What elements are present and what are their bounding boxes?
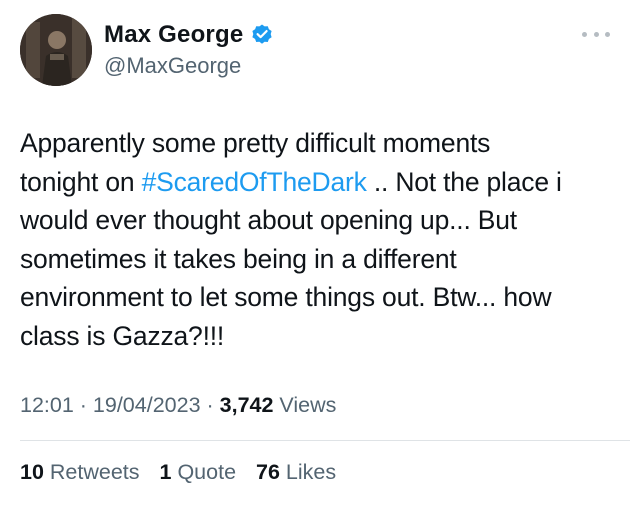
avatar[interactable]	[20, 14, 92, 86]
divider	[20, 440, 630, 441]
more-dot	[582, 31, 587, 37]
user-handle[interactable]: @MaxGeorge	[104, 53, 274, 79]
quotes-stat[interactable]: 1 Quote	[160, 460, 237, 484]
tweet-line: tonight on #ScaredOfTheDark .. Not the p…	[20, 163, 620, 202]
views-count: 3,742	[219, 393, 274, 417]
image-crop-fade	[0, 496, 634, 516]
tweet-line: would ever thought about opening up... B…	[20, 205, 517, 235]
tweet-text-segment: .. Not the place i	[366, 166, 562, 197]
hashtag-link[interactable]: #ScaredOfTheDark	[142, 167, 367, 197]
quotes-count: 1	[159, 460, 172, 484]
tweet-text: Apparently some pretty difficult moments…	[20, 124, 620, 355]
meta-separator: ·	[73, 393, 93, 417]
tweet-date[interactable]: 19/04/2023	[93, 393, 201, 417]
display-name[interactable]: Max George	[104, 21, 243, 49]
tweet-line: environment to let some things out. Btw.…	[20, 282, 552, 312]
tweet-meta: 12:01 · 19/04/2023 · 3,742 Views	[20, 393, 336, 418]
likes-label: Likes	[279, 460, 337, 484]
more-dot	[605, 31, 610, 37]
retweets-count: 10	[20, 460, 44, 484]
retweets-label: Retweets	[43, 460, 140, 484]
engagement-stats: 10 Retweets 1 Quote 76 Likes	[20, 460, 350, 485]
tweet-line: class is Gazza?!!!	[20, 320, 225, 351]
display-name-row: Max George	[104, 20, 274, 50]
quotes-label: Quote	[171, 460, 237, 484]
likes-stat[interactable]: 76 Likes	[256, 460, 336, 484]
meta-separator: ·	[200, 393, 220, 417]
tweet-header: Max George @MaxGeorge	[20, 14, 620, 88]
verified-badge-icon	[252, 24, 272, 44]
likes-count: 76	[256, 460, 280, 484]
tweet-time[interactable]: 12:01	[20, 393, 74, 417]
tweet-text-segment: tonight on	[20, 166, 142, 197]
more-options-icon[interactable]	[582, 28, 610, 40]
more-dot	[593, 31, 599, 37]
tweet-line: sometimes it takes being in a different	[20, 243, 457, 274]
views-label: Views	[273, 393, 337, 417]
profile-photo	[20, 14, 92, 86]
retweets-stat[interactable]: 10 Retweets	[20, 460, 140, 484]
tweet-line: Apparently some pretty difficult moments	[20, 128, 491, 158]
author-info: Max George @MaxGeorge	[104, 20, 274, 79]
